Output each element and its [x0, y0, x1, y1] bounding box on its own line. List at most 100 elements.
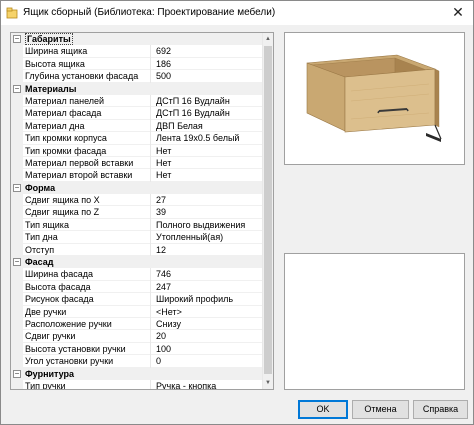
property-value[interactable]: Полного выдвижения [156, 219, 262, 231]
category-row[interactable]: − Фурнитура [11, 367, 263, 380]
scroll-up-icon[interactable]: ▲ [263, 33, 273, 45]
collapse-icon[interactable]: − [13, 183, 21, 192]
property-row[interactable]: Высота ящика 186 [11, 57, 263, 71]
property-row[interactable]: Высота фасада 247 [11, 280, 263, 294]
property-name: Сдвиг ящика по Z [25, 206, 151, 219]
property-value[interactable]: 12 [156, 244, 262, 256]
row-gutter [11, 169, 23, 181]
property-row[interactable]: Расположение ручки Снизу [11, 317, 263, 331]
collapse-icon[interactable]: − [13, 35, 21, 43]
help-button[interactable]: Справка [413, 400, 468, 419]
property-value[interactable]: Снизу [156, 318, 262, 330]
property-value[interactable]: ДСтП 16 Вудлайн [156, 107, 262, 119]
category-label: Материалы [25, 83, 77, 94]
property-row[interactable]: Тип ручки Ручка - кнопка [11, 379, 263, 389]
row-gutter [11, 70, 23, 82]
property-value[interactable]: Утопленный(ая) [156, 231, 262, 243]
property-value[interactable]: Ручка - кнопка [156, 380, 262, 389]
property-value[interactable]: Широкий профиль [156, 293, 262, 305]
property-row[interactable]: Отступ 12 [11, 243, 263, 257]
property-name: Сдвиг ручки [25, 330, 151, 343]
property-name: Сдвиг ящика по X [25, 194, 151, 207]
property-name: Тип ящика [25, 218, 151, 232]
collapse-icon[interactable]: − [13, 258, 21, 267]
ok-button[interactable]: OK [298, 400, 348, 419]
category-row[interactable]: − Габариты [11, 33, 263, 46]
property-row[interactable]: Материал дна ДВП Белая [11, 119, 263, 133]
property-value[interactable]: 100 [156, 343, 262, 355]
property-row[interactable]: Высота установки ручки 100 [11, 342, 263, 356]
property-name: Материал дна [25, 119, 151, 133]
row-gutter [11, 317, 23, 330]
property-row[interactable]: Угол установки ручки 0 [11, 355, 263, 368]
property-row[interactable]: Тип дна Утопленный(ая) [11, 231, 263, 244]
category-row[interactable]: − Форма [11, 181, 263, 195]
property-value[interactable]: 247 [156, 281, 262, 293]
property-row[interactable]: Материал фасада ДСтП 16 Вудлайн [11, 107, 263, 120]
property-row[interactable]: Материал второй вставки Нет [11, 169, 263, 182]
property-grid[interactable]: − Габариты Ширина ящика 692 Высота ящика 186 Г… [10, 32, 274, 390]
row-gutter [11, 206, 23, 218]
row-gutter [11, 45, 23, 57]
property-row[interactable]: Рисунок фасада Широкий профиль [11, 293, 263, 306]
category-row[interactable]: − Фасад [11, 256, 263, 269]
dialog-window: Ящик сборный (Библиотека: Проектирование… [0, 0, 474, 425]
row-gutter [11, 330, 23, 342]
category-label: Фасад [25, 257, 54, 268]
property-name: Отступ [25, 243, 151, 257]
property-row[interactable]: Материал панелей ДСтП 16 Вудлайн [11, 94, 263, 108]
property-name: Две ручки [25, 305, 151, 318]
property-list: − Габариты Ширина ящика 692 Высота ящика 186 Г… [11, 33, 263, 389]
property-row[interactable]: Сдвиг ящика по Z 39 [11, 206, 263, 219]
property-row[interactable]: Тип кромки фасада Нет [11, 144, 263, 157]
property-value[interactable]: Нет [156, 157, 262, 169]
property-name: Угол установки ручки [25, 355, 151, 368]
property-value[interactable]: 186 [156, 58, 262, 70]
vertical-scrollbar[interactable]: ▲ ▼ [262, 33, 273, 389]
property-row[interactable]: Тип ящика Полного выдвижения [11, 218, 263, 232]
property-row[interactable]: Сдвиг ящика по X 27 [11, 194, 263, 207]
category-label: Фурнитура [25, 368, 75, 379]
property-value[interactable]: 39 [156, 206, 262, 218]
drawer-preview [284, 32, 465, 165]
row-gutter [11, 243, 23, 256]
scroll-thumb[interactable] [264, 46, 272, 374]
row-gutter [11, 280, 23, 293]
property-row[interactable]: Глубина установки фасада 500 [11, 70, 263, 83]
property-value[interactable]: ДВП Белая [156, 120, 262, 132]
property-name: Материал панелей [25, 94, 151, 108]
property-row[interactable]: Две ручки <Нет> [11, 305, 263, 318]
scroll-down-icon[interactable]: ▼ [263, 377, 273, 389]
property-value[interactable]: 746 [156, 268, 262, 280]
category-row[interactable]: − Материалы [11, 82, 263, 95]
property-value[interactable]: Нет [156, 169, 262, 181]
property-row[interactable]: Ширина фасада 746 [11, 268, 263, 281]
row-gutter [11, 342, 23, 355]
collapse-icon[interactable]: − [13, 369, 21, 378]
property-name: Расположение ручки [25, 317, 151, 331]
row-gutter [11, 355, 23, 367]
property-row[interactable]: Тип кромки корпуса Лента 19х0.5 белый [11, 132, 263, 145]
property-value[interactable]: 20 [156, 330, 262, 342]
row-gutter [11, 268, 23, 280]
row-gutter [11, 156, 23, 169]
property-row[interactable]: Сдвиг ручки 20 [11, 330, 263, 343]
property-value[interactable]: 0 [156, 355, 262, 367]
property-value[interactable]: Лента 19х0.5 белый [156, 132, 262, 144]
property-value[interactable]: 500 [156, 70, 262, 82]
property-value[interactable]: <Нет> [156, 306, 262, 318]
collapse-icon[interactable]: − [13, 84, 21, 93]
property-name: Тип кромки корпуса [25, 132, 151, 145]
row-gutter [11, 379, 23, 389]
property-name: Высота ящика [25, 57, 151, 71]
row-gutter [11, 194, 23, 206]
row-gutter [11, 119, 23, 132]
property-row[interactable]: Ширина ящика 692 [11, 45, 263, 58]
property-value[interactable]: 27 [156, 194, 262, 206]
property-row[interactable]: Материал первой вставки Нет [11, 156, 263, 170]
cancel-button[interactable]: Отмена [352, 400, 409, 419]
close-button[interactable]: ✕ [443, 1, 473, 23]
property-value[interactable]: Нет [156, 145, 262, 157]
property-value[interactable]: 692 [156, 45, 262, 57]
property-value[interactable]: ДСтП 16 Вудлайн [156, 95, 262, 107]
